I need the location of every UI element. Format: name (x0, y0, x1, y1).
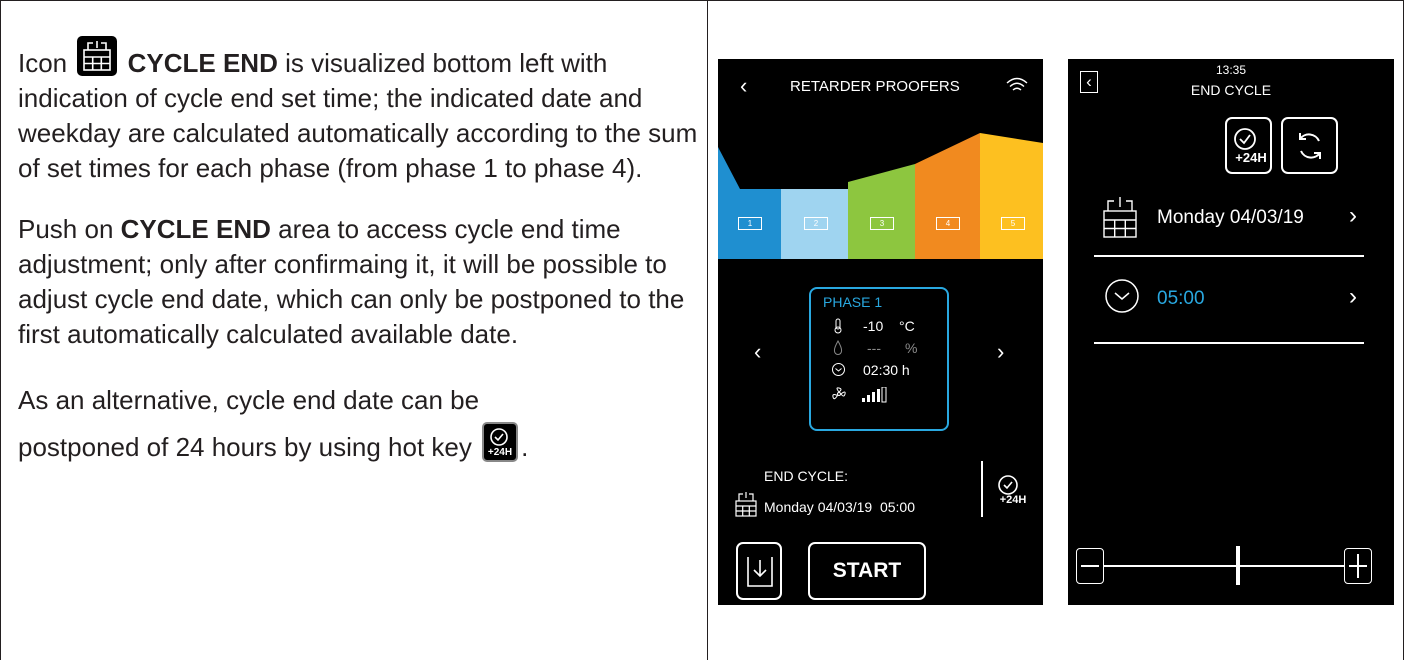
calendar-icon (1102, 195, 1138, 244)
paragraph-1-text: is visualized bottom left with indicatio… (18, 48, 698, 183)
end-cycle-label[interactable]: END CYCLE: (764, 468, 848, 484)
phase-number-3[interactable]: 3 (870, 217, 894, 230)
minus-button[interactable] (1076, 548, 1104, 584)
fan-speed-bars-icon (862, 386, 892, 408)
period: . (521, 432, 529, 462)
phase-number-1[interactable]: 1 (738, 217, 762, 230)
cycle-end-bold: CYCLE END (127, 48, 278, 78)
manual-text: Icon CYCLE END is visualized bottom left… (18, 36, 698, 495)
end-cycle-value[interactable]: Monday 04/03/19 05:00 (764, 499, 915, 515)
temperature-value: -10 (863, 318, 884, 334)
phase-curve-chart (718, 133, 1043, 259)
start-button-label: START (832, 559, 902, 582)
separator-line (981, 461, 983, 517)
phase-card[interactable]: PHASE 1 -10 °C --- % 02:30 h (809, 287, 949, 431)
clock-icon (1104, 278, 1140, 319)
text-icon-word: Icon (18, 48, 68, 78)
end-cycle-screen: ‹ 13:35 END CYCLE +24H Monday 04/03/19 ›… (1068, 59, 1394, 605)
retarder-proofers-screen: ‹ RETARDER PROOFERS 1 2 3 4 5 ‹ › PHASE … (718, 59, 1043, 605)
plus24h-button[interactable]: +24H (994, 473, 1030, 512)
humidity-unit: % (905, 340, 918, 356)
end-date-value[interactable]: Monday 04/03/19 (1157, 207, 1304, 229)
end-time-value[interactable]: 05:00 (1157, 288, 1205, 310)
back-chevron-icon[interactable]: ‹ (740, 73, 747, 99)
phase-segment-5 (980, 133, 1043, 259)
calendar-icon (77, 36, 118, 76)
phase-segment-4 (915, 133, 980, 259)
time-underline (1094, 342, 1364, 344)
paragraph-alternative: As an alternative, cycle end date can be… (18, 378, 698, 469)
next-phase-chevron-icon[interactable]: › (997, 339, 1004, 365)
paragraph-3-line-1: As an alternative, cycle end date can be (18, 385, 480, 415)
date-underline (1094, 255, 1364, 257)
plus24h-label: +24H (1235, 150, 1266, 165)
paragraph-push: Push on CYCLE END area to access cycle e… (18, 212, 698, 352)
clock-icon (831, 362, 846, 382)
phase-number-2[interactable]: 2 (804, 217, 828, 230)
phase-time-value: 02:30 h (863, 362, 910, 378)
clock-time: 13:35 (1215, 63, 1247, 77)
reset-cycle-button[interactable] (1281, 117, 1338, 174)
humidity-value: --- (867, 340, 881, 356)
paragraph-2-text: area to access cycle end time adjustment… (18, 214, 685, 349)
svg-text:+24H: +24H (488, 447, 512, 458)
date-chevron-icon[interactable]: › (1349, 202, 1357, 230)
screen-title: END CYCLE (1190, 82, 1272, 98)
minus-icon (1081, 565, 1099, 567)
phase-segment-3 (848, 164, 915, 259)
slider-track[interactable] (1104, 565, 1344, 567)
fan-icon (831, 386, 847, 407)
paragraph-cycle-end-icon: Icon CYCLE END is visualized bottom left… (18, 36, 698, 186)
phase-number-4[interactable]: 4 (936, 217, 960, 230)
humidity-drop-icon (833, 339, 843, 361)
phase-number-5[interactable]: 5 (1001, 217, 1025, 230)
column-divider (707, 0, 708, 660)
slider-thumb[interactable] (1236, 546, 1241, 585)
time-chevron-icon[interactable]: › (1349, 283, 1357, 311)
wifi-icon (1005, 75, 1029, 100)
plus24h-hotkey-icon: +24H (482, 422, 519, 462)
phase-card-title: PHASE 1 (823, 294, 883, 310)
thermometer-icon (833, 318, 843, 339)
start-button[interactable]: START (808, 542, 926, 600)
plus24h-label: +24H (1000, 494, 1027, 506)
plus24h-button[interactable]: +24H (1225, 117, 1272, 174)
cycle-end-bold-2: CYCLE END (120, 214, 271, 244)
prev-phase-chevron-icon[interactable]: ‹ (754, 339, 761, 365)
download-recipe-button[interactable] (736, 542, 782, 600)
plus-icon-vertical (1357, 554, 1359, 578)
phase-segment-1 (718, 147, 781, 259)
temperature-unit: °C (899, 318, 915, 334)
paragraph-3-line-2: postponed of 24 hours by using hot key (18, 432, 472, 462)
push-text: Push on (18, 214, 114, 244)
calendar-icon (735, 491, 757, 522)
plus-button[interactable] (1344, 548, 1372, 584)
screen-title: RETARDER PROOFERS (790, 78, 960, 95)
